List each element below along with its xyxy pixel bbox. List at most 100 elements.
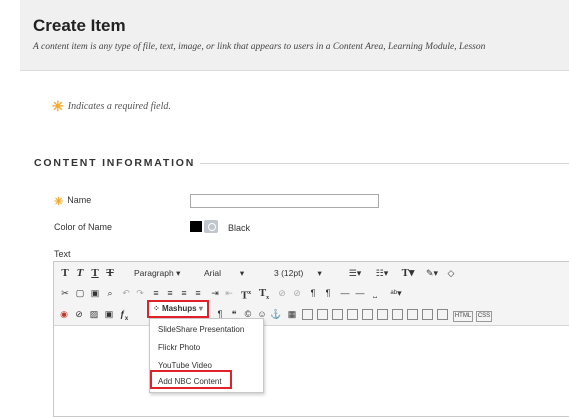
- required-note-text: Indicates a required field.: [67, 101, 171, 112]
- table-split-icon[interactable]: [376, 307, 388, 321]
- color-label: Color of Name: [54, 222, 113, 232]
- align-justify-icon[interactable]: ≡: [192, 286, 204, 300]
- copy-icon[interactable]: ▢: [74, 286, 86, 300]
- col-props-icon[interactable]: [421, 307, 433, 321]
- ltr-icon[interactable]: ¶: [307, 286, 319, 300]
- unlink-icon[interactable]: ⊘: [291, 286, 303, 300]
- table-cell-glyph: [316, 309, 328, 321]
- format-select[interactable]: Paragraph ▾: [134, 266, 180, 280]
- table-insert-icon[interactable]: [331, 307, 343, 321]
- align-center-icon[interactable]: ≡: [164, 286, 176, 300]
- menu-item-youtube[interactable]: YouTube Video: [158, 361, 212, 370]
- text-editor[interactable]: T T T T Paragraph ▾ Arial ▾ 3 (12pt) ▾ ☰…: [53, 261, 569, 417]
- color-swatch: [190, 221, 202, 232]
- name-label: ✳ Name: [54, 195, 91, 208]
- table-col-icon[interactable]: [316, 307, 328, 321]
- align-right-icon[interactable]: ≡: [178, 286, 190, 300]
- table-cell-glyph: [331, 309, 343, 321]
- required-star-icon: ✳: [52, 100, 64, 115]
- nbsp-icon[interactable]: ⎵: [369, 286, 381, 300]
- menu-item-flickr[interactable]: Flickr Photo: [158, 343, 200, 352]
- numbered-list-icon[interactable]: ☷▾: [372, 266, 392, 280]
- attach-icon[interactable]: ⊘: [73, 307, 85, 321]
- mashups-icon: ⁘: [153, 304, 160, 313]
- color-picker[interactable]: [190, 220, 220, 233]
- font-size-select[interactable]: 3 (12pt) ▾: [274, 266, 322, 280]
- horizontal-rule-icon[interactable]: —: [339, 286, 351, 300]
- spellcheck-icon[interactable]: ᵃᵇ▾: [386, 286, 406, 300]
- toolbar-row-1: T T T T Paragraph ▾ Arial ▾ 3 (12pt) ▾ ☰…: [54, 263, 569, 283]
- required-note: ✳ Indicates a required field.: [52, 99, 171, 116]
- table-delete-icon[interactable]: [346, 307, 358, 321]
- table-cell-glyph: [436, 309, 448, 321]
- highlight-pen-icon[interactable]: ✎▾: [422, 266, 442, 280]
- mashups-dropdown-button[interactable]: ⁘ Mashups ▾: [147, 300, 209, 318]
- table-cell-glyph: [301, 309, 313, 321]
- toolbar-row-3: ◉ ⊘ ▨ ▣ ƒx ¶ ❝ © ☺ ⚓ ▦ HTML CSS: [54, 304, 569, 324]
- editor-toolbar: T T T T Paragraph ▾ Arial ▾ 3 (12pt) ▾ ☰…: [54, 262, 569, 326]
- italic-button[interactable]: T: [75, 266, 85, 280]
- link-icon[interactable]: ⊘: [276, 286, 288, 300]
- toolbar-row-2: ✂ ▢ ▣ ⌕ ↶ ↷ ≡ ≡ ≡ ≡ ⇥ ⇤ Tx Tx ⊘ ⊘ ¶ ¶ — …: [54, 283, 569, 303]
- underline-button[interactable]: T: [90, 266, 100, 280]
- table-cell-glyph: [361, 309, 373, 321]
- table-row-icon[interactable]: [301, 307, 313, 321]
- row-props-icon[interactable]: [406, 307, 418, 321]
- chevron-down-icon: ▾: [239, 268, 245, 278]
- name-field[interactable]: [190, 194, 379, 208]
- eraser-icon[interactable]: ◇: [445, 266, 457, 280]
- subscript-icon[interactable]: Tx: [257, 286, 271, 301]
- color-value: Black: [228, 223, 251, 233]
- cut-icon[interactable]: ✂: [59, 286, 71, 300]
- bullet-list-icon[interactable]: ☰▾: [345, 266, 365, 280]
- menu-item-slideshare[interactable]: SlideShare Presentation: [158, 325, 244, 334]
- superscript-icon[interactable]: Tx: [239, 286, 253, 302]
- search-icon[interactable]: ⌕: [104, 286, 116, 300]
- name-label-text: Name: [67, 195, 92, 205]
- section-title: CONTENT INFORMATION: [34, 157, 196, 169]
- table-props-icon[interactable]: [436, 307, 448, 321]
- css-label: CSS: [475, 311, 493, 322]
- redo-icon[interactable]: ↷: [134, 286, 146, 300]
- page-description: A content item is any type of file, text…: [33, 42, 486, 52]
- color-picker-button[interactable]: [204, 220, 218, 233]
- font-select[interactable]: Arial ▾: [204, 266, 244, 280]
- font-select-value: Arial: [204, 268, 222, 278]
- cell-props-icon[interactable]: [391, 307, 403, 321]
- paste-icon[interactable]: ▣: [89, 286, 101, 300]
- math-icon[interactable]: ƒx: [117, 307, 131, 322]
- strikethrough-button[interactable]: T: [105, 266, 115, 280]
- page-title: Create Item: [33, 16, 126, 35]
- chevron-down-icon: ▾: [176, 268, 181, 278]
- align-left-icon[interactable]: ≡: [150, 286, 162, 300]
- html-button[interactable]: HTML: [452, 307, 474, 322]
- page-header: Create Item A content item is any type o…: [20, 0, 569, 71]
- table-cell-glyph: [391, 309, 403, 321]
- css-button[interactable]: CSS: [474, 307, 494, 322]
- highlight-add-nbc-box: [150, 370, 232, 389]
- record-icon[interactable]: ◉: [58, 307, 70, 321]
- outdent-icon[interactable]: ⇤: [223, 286, 235, 300]
- html-label: HTML: [452, 311, 474, 322]
- text-label: Text: [54, 249, 71, 259]
- undo-icon[interactable]: ↶: [120, 286, 132, 300]
- rtl-icon[interactable]: ¶: [322, 286, 334, 300]
- format-select-value: Paragraph: [134, 268, 174, 278]
- mashups-label-text: Mashups: [161, 304, 197, 313]
- table-icon[interactable]: ▦: [286, 307, 298, 321]
- anchor-icon[interactable]: ⚓: [270, 307, 282, 321]
- chevron-down-icon: ▾: [317, 268, 322, 278]
- image-icon[interactable]: ▨: [88, 307, 100, 321]
- indent-icon[interactable]: ⇥: [209, 286, 221, 300]
- table-cell-glyph: [346, 309, 358, 321]
- table-cell-glyph: [421, 309, 433, 321]
- table-cell-glyph: [406, 309, 418, 321]
- table-merge-icon[interactable]: [361, 307, 373, 321]
- media-icon[interactable]: ▣: [103, 307, 115, 321]
- font-size-select-value: 3 (12pt): [274, 268, 304, 278]
- chevron-down-icon: ▾: [198, 304, 203, 313]
- required-star-icon: ✳: [54, 196, 64, 208]
- bold-button[interactable]: T: [60, 266, 70, 280]
- text-color-icon[interactable]: T▾: [398, 266, 418, 280]
- em-dash-icon[interactable]: —: [354, 286, 366, 300]
